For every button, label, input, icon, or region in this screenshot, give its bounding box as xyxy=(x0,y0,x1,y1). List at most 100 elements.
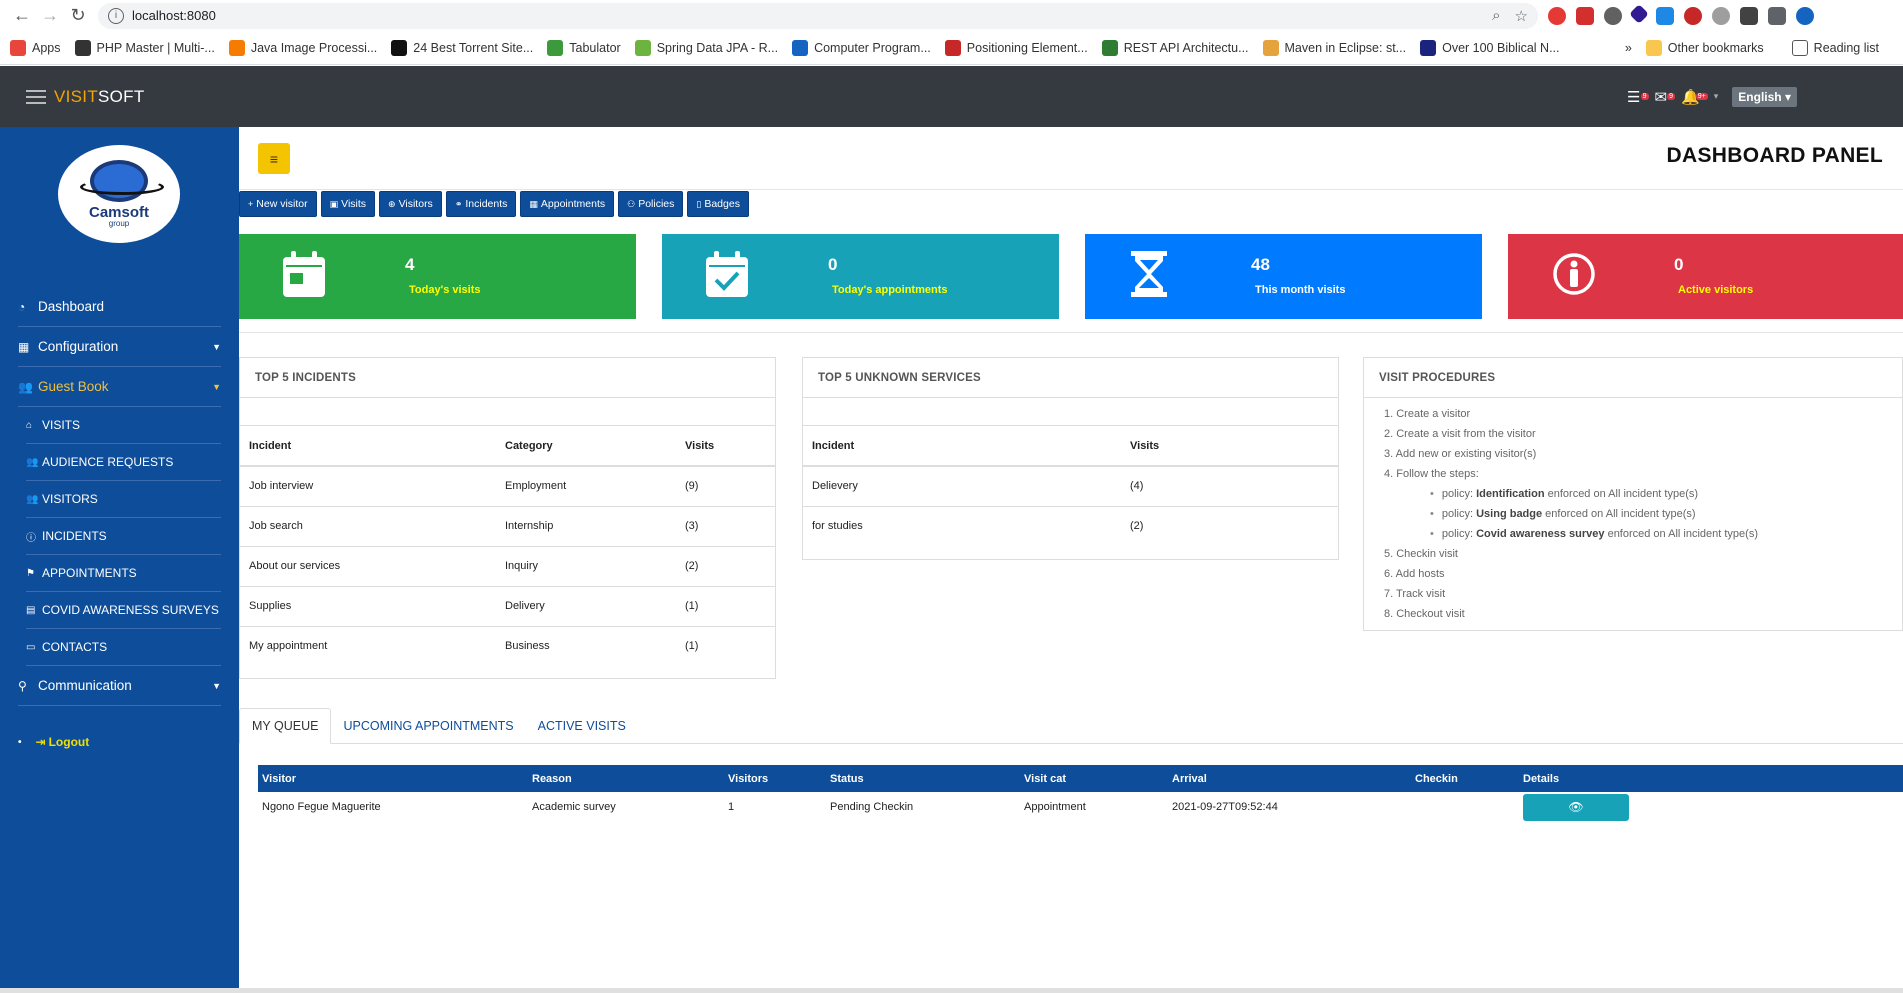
incidents-table: Incident Category Visits Job interview Em… xyxy=(240,426,775,666)
table-row[interactable]: My appointment Business (1) xyxy=(240,626,775,666)
sidebar-subitem-label: INCIDENTS xyxy=(42,529,107,543)
sidebar-toggle-button[interactable]: ≡ xyxy=(258,143,290,174)
address-bar[interactable]: i localhost:8080 ⌕ ☆ xyxy=(98,2,1538,29)
sidebar-subitem-audience-requests[interactable]: 👥 AUDIENCE REQUESTS xyxy=(26,444,221,481)
table-row[interactable]: Delievery (4) xyxy=(803,466,1338,507)
table-row[interactable]: About our services Inquiry (2) xyxy=(240,546,775,587)
profile-icon[interactable] xyxy=(1796,6,1814,25)
table-cell: Delivery xyxy=(496,586,676,627)
extension-icon[interactable] xyxy=(1629,3,1649,24)
stat-active-visitors[interactable]: 0 Active visitors xyxy=(1508,234,1903,319)
tasks-icon[interactable]: ☰ 9 xyxy=(1627,88,1649,106)
bookmark-item[interactable]: PHP Master | Multi-... xyxy=(74,39,215,56)
back-icon[interactable]: ← xyxy=(8,2,36,30)
horizontal-scrollbar[interactable] xyxy=(0,988,1903,993)
brand-logo[interactable]: VISITSOFT xyxy=(54,87,145,107)
logout-label: Logout xyxy=(48,735,90,749)
reading-list[interactable]: Reading list xyxy=(1791,39,1879,56)
extension-icon[interactable] xyxy=(1548,6,1566,25)
logo-group: group xyxy=(108,219,130,228)
sidebar-subitem-label: VISITS xyxy=(42,418,81,432)
bookmark-item[interactable]: Java Image Processi... xyxy=(228,39,377,56)
favicon-icon xyxy=(74,39,91,56)
visitors-button[interactable]: ⊕ Visitors xyxy=(379,191,442,217)
policy-item: policy: Covid awareness survey enforced … xyxy=(1384,524,1902,544)
sidebar-subitem-visits[interactable]: ⌂ VISITS xyxy=(26,407,221,444)
sidebar-subitem-visitors[interactable]: 👥 VISITORS xyxy=(26,481,221,518)
bookmark-item[interactable]: Computer Program... xyxy=(792,39,931,56)
tab-my-queue[interactable]: MY QUEUE xyxy=(239,708,332,744)
bookmark-item[interactable]: Spring Data JPA - R... xyxy=(634,39,778,56)
table-cell: (4) xyxy=(1121,466,1338,507)
tab-active-visits[interactable]: ACTIVE VISITS xyxy=(526,708,638,743)
language-select[interactable]: English ▾ xyxy=(1732,86,1797,107)
table-row[interactable]: Supplies Delivery (1) xyxy=(240,586,775,627)
table-row[interactable]: Job search Internship (3) xyxy=(240,506,775,547)
incidents-button[interactable]: ⚭ Incidents xyxy=(445,191,517,217)
menu-icon[interactable] xyxy=(26,89,46,104)
procedure-step: 4. Follow the steps: xyxy=(1384,468,1479,480)
sidebar-item-dashboard[interactable]: ◔ Dashboard xyxy=(18,287,221,327)
sidebar-subitem-appointments[interactable]: ⚑ APPOINTMENTS xyxy=(26,555,221,592)
button-label: Incidents xyxy=(465,198,508,210)
bookmark-item[interactable]: Tabulator xyxy=(547,39,621,56)
table-row[interactable]: for studies (2) xyxy=(803,506,1338,546)
bullet-icon: • xyxy=(18,736,22,748)
bookmark-label: REST API Architectu... xyxy=(1123,40,1249,55)
forward-icon[interactable]: → xyxy=(36,2,64,30)
stat-label: This month visits xyxy=(1255,284,1346,296)
extension-icon[interactable] xyxy=(1604,6,1622,25)
sidebar-subitem-incidents[interactable]: ⓘ INCIDENTS xyxy=(26,518,221,555)
visits-button[interactable]: ▣ Visits xyxy=(320,191,376,217)
favicon-icon xyxy=(792,39,809,56)
other-bookmarks[interactable]: Other bookmarks xyxy=(1645,39,1764,56)
view-details-button[interactable]: 👁 xyxy=(1523,793,1629,821)
bookmark-item[interactable]: REST API Architectu... xyxy=(1101,39,1249,56)
table-row[interactable]: Job interview Employment (9) xyxy=(240,466,775,507)
bookmark-item[interactable]: Over 100 Biblical N... xyxy=(1420,39,1560,56)
extension-icon[interactable] xyxy=(1656,6,1674,25)
extension-icon[interactable] xyxy=(1740,6,1758,25)
stat-value: 0 xyxy=(828,255,838,274)
bell-icon[interactable]: 🔔 9+ xyxy=(1681,88,1708,106)
building-icon: ▦ xyxy=(18,339,30,354)
appointments-button[interactable]: ▦ Appointments xyxy=(520,191,615,217)
sidebar-subitem-contacts[interactable]: ▭ CONTACTS xyxy=(26,629,221,666)
top-incidents-card: TOP 5 INCIDENTS Incident Category Visits… xyxy=(239,357,776,679)
extension-icon[interactable] xyxy=(1576,6,1594,25)
zoom-icon[interactable]: ⌕ xyxy=(1492,7,1500,25)
reload-icon[interactable]: ↻ xyxy=(64,2,92,30)
puzzle-icon[interactable] xyxy=(1768,6,1786,25)
sidebar-item-communication[interactable]: ⚲ Communication ▼ xyxy=(18,666,221,706)
bookmark-item[interactable]: Apps xyxy=(10,39,61,56)
user-dropdown-icon[interactable]: ▾ xyxy=(1714,91,1719,102)
calendar-check-icon xyxy=(706,251,748,297)
table-row[interactable]: Ngono Fegue Maguerite Academic survey 1 Pen… xyxy=(258,792,1903,822)
star-icon[interactable]: ☆ xyxy=(1515,7,1528,25)
messages-icon[interactable]: ✉ 9 xyxy=(1655,88,1676,106)
satellite-icon: ⚲ xyxy=(18,678,27,693)
brand-visit: VISIT xyxy=(54,86,99,106)
extension-icon[interactable] xyxy=(1684,6,1702,25)
sidebar-subitem-covid-surveys[interactable]: ▤ COVID AWARENESS SURVEYS xyxy=(26,592,221,629)
badges-button[interactable]: ▯ Badges xyxy=(687,191,749,217)
main-content: ≡ DASHBOARD PANEL + New visitor ▣ Visits ⊕… xyxy=(239,127,1903,993)
stat-month-visits[interactable]: 48 This month visits xyxy=(1085,234,1482,319)
tab-upcoming-appointments[interactable]: UPCOMING APPOINTMENTS xyxy=(331,708,525,743)
bookmark-item[interactable]: Maven in Eclipse: st... xyxy=(1262,39,1406,56)
logout-link[interactable]: • ⇥ Logout xyxy=(18,735,89,749)
more-bookmarks-icon[interactable]: » xyxy=(1625,41,1632,55)
language-label: English xyxy=(1738,89,1782,104)
bookmark-item[interactable]: Positioning Element... xyxy=(944,39,1088,56)
extension-icon[interactable] xyxy=(1712,6,1730,25)
sidebar-item-configuration[interactable]: ▦ Configuration ▼ xyxy=(18,327,221,367)
policies-button[interactable]: ⚇ Policies xyxy=(618,191,684,217)
info-icon[interactable]: i xyxy=(108,7,124,24)
bookmark-item[interactable]: 24 Best Torrent Site... xyxy=(391,39,533,56)
sidebar-item-label: Communication xyxy=(38,678,132,693)
home-icon: ⌂ xyxy=(26,419,33,431)
sidebar-item-guestbook[interactable]: 👥 Guest Book ▼ xyxy=(18,367,221,407)
stat-todays-visits[interactable]: 4 Today's visits xyxy=(239,234,636,319)
stat-todays-appointments[interactable]: 0 Today's appointments xyxy=(662,234,1059,319)
new-visitor-button[interactable]: + New visitor xyxy=(239,191,317,217)
